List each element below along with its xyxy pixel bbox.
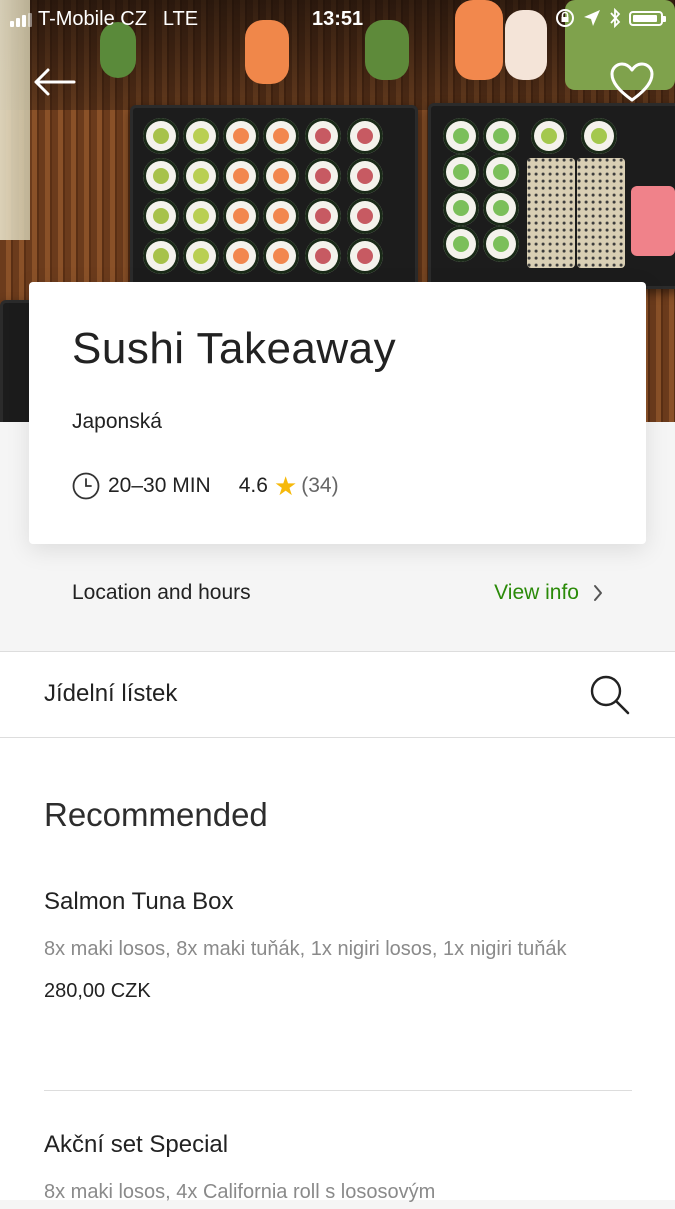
orientation-lock-icon [556, 9, 574, 27]
location-arrow-icon [584, 10, 600, 26]
view-info-link[interactable]: View info [494, 581, 603, 605]
signal-icon [10, 12, 32, 27]
menu-item-name: Akční set Special [44, 1131, 229, 1158]
menu-item-description: 8x maki losos, 8x maki tuňák, 1x nigiri … [44, 938, 567, 960]
status-bar: T-Mobile CZ LTE 13:51 [0, 0, 675, 40]
battery-icon [629, 10, 666, 26]
favorite-button[interactable] [608, 60, 656, 104]
clock-icon [72, 472, 100, 500]
arrow-left-icon [34, 68, 76, 96]
back-button[interactable] [30, 62, 78, 102]
status-time: 13:51 [312, 8, 364, 30]
delivery-time: 20–30 MIN [108, 474, 211, 497]
menu-item[interactable]: Akční set Special 8x maki losos, 4x Cali… [44, 1131, 634, 1209]
restaurant-info-card: Sushi Takeaway Japonská 20–30 MIN 4.6 ★ … [29, 282, 646, 544]
item-divider [44, 1090, 632, 1091]
menu-item-description: 8x maki losos, 4x California roll s loso… [44, 1181, 436, 1203]
hero-sushi-tray [130, 105, 418, 289]
menu-label: Jídelní lístek [44, 680, 178, 707]
location-hours-row: Location and hours View info [0, 550, 675, 650]
status-left: T-Mobile CZ LTE [10, 8, 198, 31]
menu-list: Recommended Salmon Tuna Box 8x maki loso… [0, 738, 675, 1203]
restaurant-name: Sushi Takeaway [72, 324, 397, 373]
bluetooth-icon [610, 8, 621, 28]
menu-header-bar: Jídelní lístek [0, 651, 675, 738]
rating-count: (34) [301, 474, 339, 497]
rating-value: 4.6 [238, 474, 268, 497]
menu-search-button[interactable] [589, 674, 631, 716]
restaurant-meta: 20–30 MIN 4.6 ★ (34) [72, 472, 339, 500]
heart-outline-icon [610, 62, 654, 102]
chevron-right-icon [594, 585, 602, 601]
network-label: LTE [162, 8, 199, 30]
hero-sushi-tray [428, 103, 675, 289]
search-icon [590, 675, 630, 715]
section-title: Recommended [44, 796, 268, 833]
menu-item-price: 280,00 CZK [44, 980, 151, 1002]
star-icon: ★ [273, 471, 298, 501]
carrier-label: T-Mobile CZ [38, 8, 147, 30]
restaurant-cuisine: Japonská [72, 410, 162, 433]
view-info-label: View info [494, 581, 579, 604]
menu-item[interactable]: Salmon Tuna Box 8x maki losos, 8x maki t… [44, 888, 634, 1003]
location-label: Location and hours [72, 581, 251, 604]
menu-item-name: Salmon Tuna Box [44, 888, 234, 915]
status-right [555, 8, 666, 28]
